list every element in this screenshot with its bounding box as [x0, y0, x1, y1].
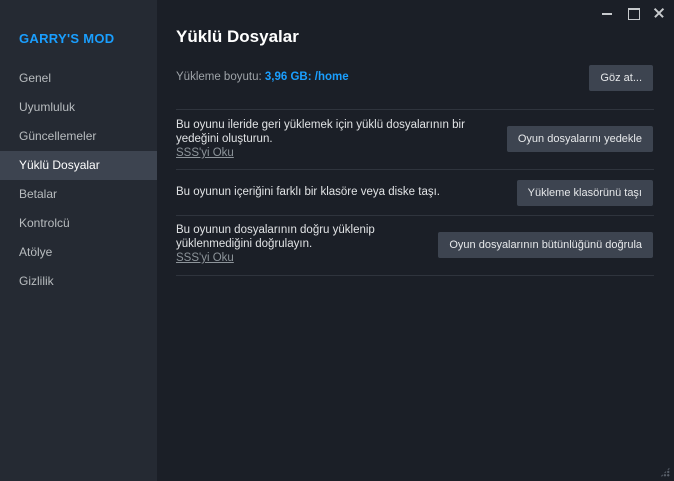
maximize-icon[interactable]	[626, 6, 640, 20]
sidebar-item-installed-files[interactable]: Yüklü Dosyalar	[0, 151, 157, 180]
verify-text: Bu oyunun dosyalarının doğru yüklenip yü…	[176, 224, 375, 250]
main-panel: Yüklü Dosyalar Yükleme boyutu: 3,96 GB: …	[157, 0, 674, 481]
sidebar-item-privacy[interactable]: Gizlilik	[0, 267, 157, 296]
game-title: GARRY'S MOD	[19, 31, 115, 46]
move-text: Bu oyunun içeriğini farklı bir klasöre v…	[176, 186, 440, 198]
sidebar-nav: Genel Uyumluluk Güncellemeler Yüklü Dosy…	[0, 64, 157, 296]
sidebar-item-controller[interactable]: Kontrolcü	[0, 209, 157, 238]
install-size-value: 3,96 GB:	[264, 71, 312, 83]
divider	[176, 109, 654, 110]
verify-description: Bu oyunun dosyalarının doğru yüklenip yü…	[176, 223, 406, 265]
move-description: Bu oyunun içeriğini farklı bir klasöre v…	[176, 185, 496, 199]
page-title: Yüklü Dosyalar	[176, 27, 299, 46]
close-icon[interactable]	[652, 6, 666, 20]
resize-grip-icon[interactable]	[660, 467, 670, 477]
sidebar-item-general[interactable]: Genel	[0, 64, 157, 93]
sidebar-item-betas[interactable]: Betalar	[0, 180, 157, 209]
sidebar-item-compatibility[interactable]: Uyumluluk	[0, 93, 157, 122]
properties-window: GARRY'S MOD Genel Uyumluluk Güncellemele…	[0, 0, 674, 481]
sidebar-item-workshop[interactable]: Atölye	[0, 238, 157, 267]
divider	[176, 215, 654, 216]
window-controls	[600, 6, 666, 20]
install-size-label: Yükleme boyutu:	[176, 71, 262, 83]
backup-game-files-button[interactable]: Oyun dosyalarını yedekle	[506, 126, 653, 152]
divider	[176, 275, 654, 276]
browse-button[interactable]: Göz at...	[589, 65, 653, 91]
verify-game-files-button[interactable]: Oyun dosyalarının bütünlüğünü doğrula	[438, 232, 653, 258]
backup-description: Bu oyunu ileride geri yüklemek için yükl…	[176, 118, 496, 160]
backup-text: Bu oyunu ileride geri yüklemek için yükl…	[176, 119, 465, 145]
sidebar: GARRY'S MOD Genel Uyumluluk Güncellemele…	[0, 0, 157, 481]
minimize-icon[interactable]	[600, 6, 614, 20]
faq-link[interactable]: SSS'yi Oku	[176, 146, 496, 160]
install-size: Yükleme boyutu: 3,96 GB: /home	[176, 71, 349, 83]
move-install-folder-button[interactable]: Yükleme klasörünü taşı	[516, 180, 653, 206]
faq-link[interactable]: SSS'yi Oku	[176, 251, 406, 265]
install-path: /home	[314, 71, 349, 83]
divider	[176, 169, 654, 170]
sidebar-item-updates[interactable]: Güncellemeler	[0, 122, 157, 151]
